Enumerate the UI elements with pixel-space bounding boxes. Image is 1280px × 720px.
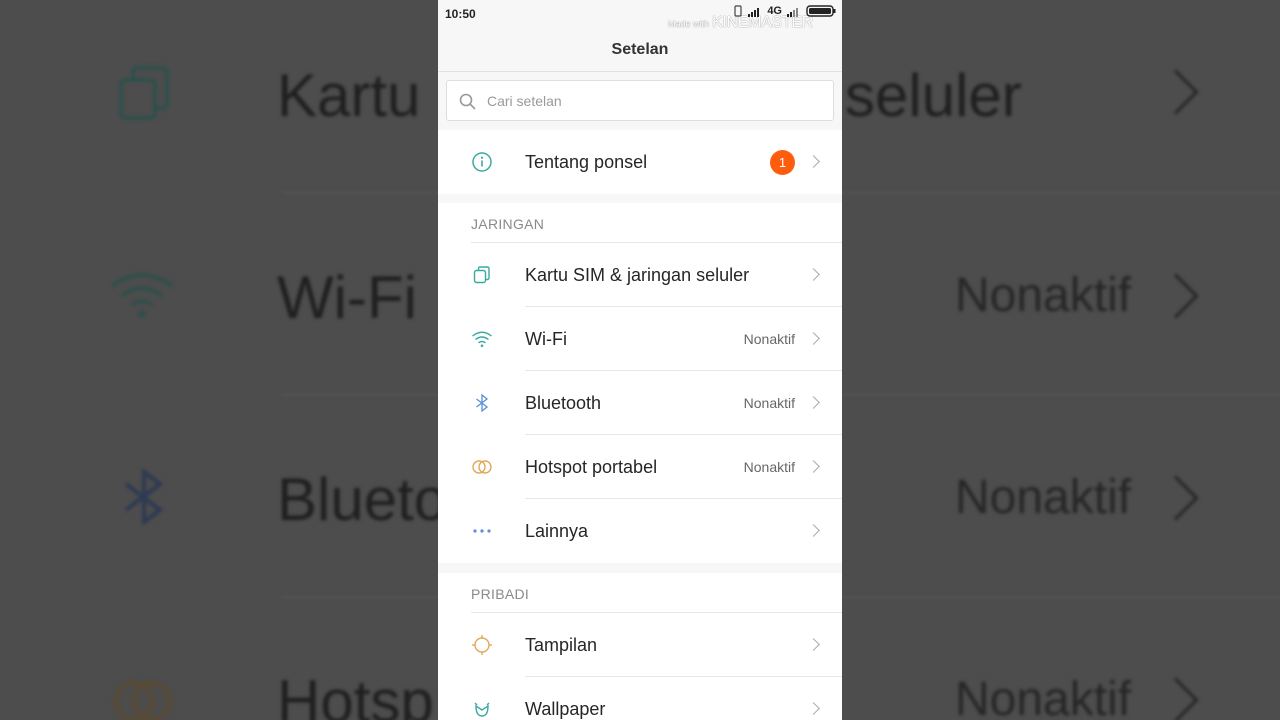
wifi-icon (471, 328, 493, 350)
background-row3-value: Nonaktif (955, 471, 1132, 524)
settings-item-hotspot[interactable]: Hotspot portabel Nonaktif (438, 435, 842, 499)
chevron-right-icon (807, 460, 820, 473)
bluetooth-icon (471, 392, 493, 414)
background-row4-label: Hotsp (277, 668, 434, 720)
phone-screen: 10:50 Made withKINEMASTER 4G Setelan Ten… (438, 0, 842, 720)
settings-item-about[interactable]: Tentang ponsel 1 (438, 130, 842, 194)
settings-item-value: Nonaktif (743, 395, 795, 411)
settings-item-wifi[interactable]: Wi-Fi Nonaktif (438, 307, 842, 371)
display-icon (471, 634, 493, 656)
status-bar: 10:50 Made with KINEMASTER 4G (438, 0, 842, 31)
background-row3-label: Blueto (277, 466, 448, 533)
background-chevron-icon (1153, 677, 1199, 720)
wallpaper-icon (471, 698, 493, 720)
hotspot-icon (471, 456, 493, 478)
search-box[interactable] (446, 80, 834, 121)
settings-item-label: Wallpaper (525, 699, 606, 719)
section-header: PRIBADI (471, 586, 530, 602)
settings-item-value: Nonaktif (743, 331, 795, 347)
vibrate-icon (734, 5, 742, 17)
background-chevron-icon (1153, 69, 1199, 115)
background-chevron-icon (1153, 475, 1199, 521)
chevron-right-icon (807, 396, 820, 409)
signal-icon-secondary (787, 7, 798, 17)
settings-item-label: Hotspot portabel (525, 457, 658, 477)
chevron-right-icon (807, 702, 820, 715)
network-type: 4G (767, 5, 782, 17)
status-indicators: 4G (733, 5, 836, 17)
settings-item-sim[interactable]: Kartu SIM & jaringan seluler (438, 243, 842, 307)
background-row1-label-right: seluler (845, 62, 1022, 129)
settings-item-display[interactable]: Tampilan (438, 613, 842, 677)
signal-icon (748, 7, 760, 17)
sim-card-icon (471, 264, 493, 286)
chevron-right-icon (807, 332, 820, 345)
chevron-right-icon (807, 268, 820, 281)
settings-item-label: Kartu SIM & jaringan seluler (525, 265, 750, 285)
background-wifi-icon (110, 273, 174, 318)
battery-icon (806, 5, 836, 17)
settings-item-value: Nonaktif (743, 459, 795, 475)
background-sim-card-icon (119, 66, 169, 120)
chevron-right-icon (807, 524, 820, 537)
chevron-right-icon (807, 155, 820, 168)
background-bluetooth-icon (124, 468, 164, 526)
settings-item-bluetooth[interactable]: Bluetooth Nonaktif (438, 371, 842, 435)
about-card: Tentang ponsel 1 (438, 130, 842, 194)
title-bar: Setelan (438, 28, 842, 72)
network-section: JARINGAN Kartu SIM & jaringan seluler Wi… (438, 203, 842, 563)
settings-item-label: Tampilan (525, 635, 598, 655)
settings-item-label: Bluetooth (525, 393, 602, 413)
background-row2-label: Wi-Fi (277, 264, 417, 331)
settings-item-more[interactable]: Lainnya (438, 499, 842, 563)
more-dots-icon (471, 520, 493, 542)
personal-section: PRIBADI Tampilan Wallpaper (438, 573, 842, 720)
page-title: Setelan (611, 40, 669, 58)
background-row2-value: Nonaktif (955, 269, 1132, 322)
section-header: JARINGAN (471, 216, 545, 232)
settings-item-label: Wi-Fi (525, 329, 567, 349)
settings-item-label: Lainnya (525, 521, 589, 541)
search-icon (459, 93, 476, 110)
status-time: 10:50 (445, 7, 476, 21)
info-icon (471, 151, 493, 173)
notification-badge: 1 (770, 150, 795, 175)
settings-item-label: Tentang ponsel (525, 152, 648, 172)
background-chevron-icon (1153, 273, 1199, 319)
search-input[interactable] (487, 81, 817, 120)
background-hotspot-icon (114, 681, 172, 720)
settings-item-wallpaper[interactable]: Wallpaper (438, 677, 842, 720)
background-row4-value: Nonaktif (955, 673, 1132, 720)
chevron-right-icon (807, 638, 820, 651)
